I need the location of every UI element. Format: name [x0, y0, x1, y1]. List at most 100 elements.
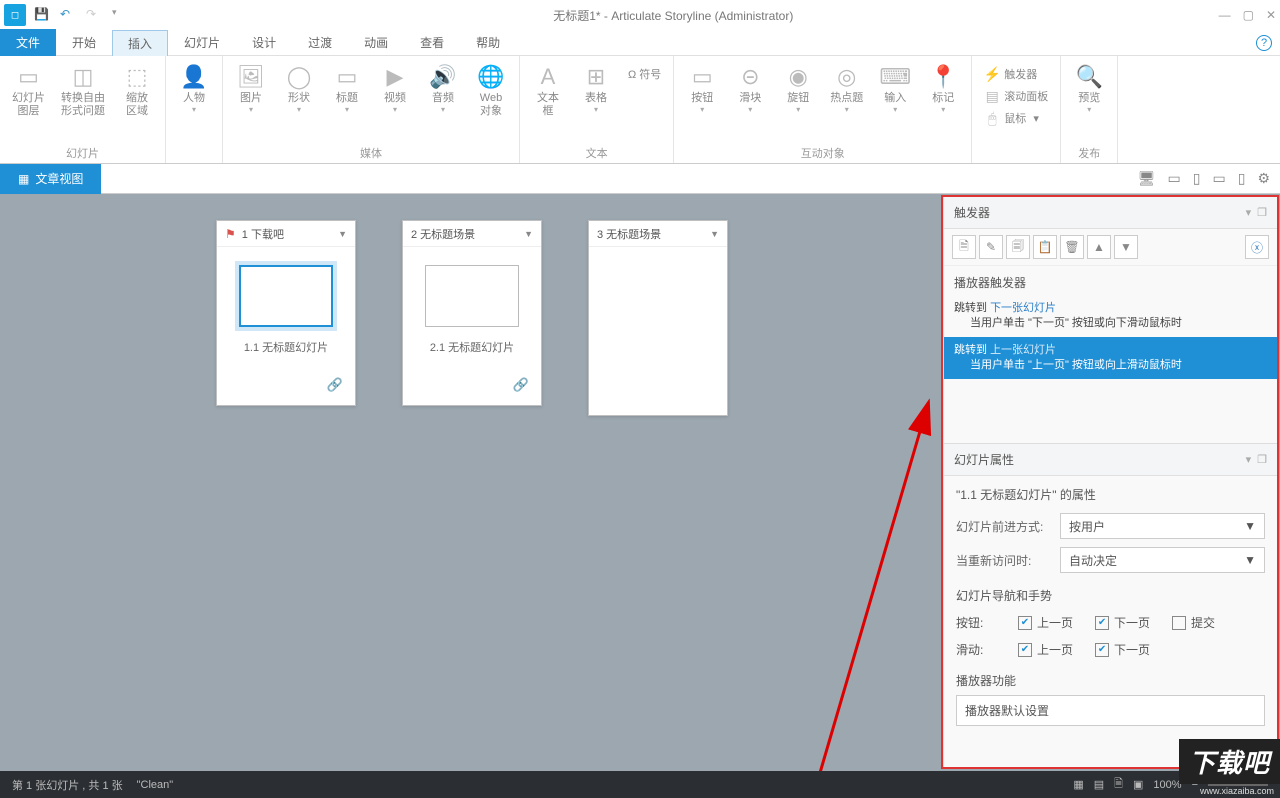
prev-checkbox[interactable]: ✔上一页 [1018, 614, 1073, 631]
notes-icon[interactable]: 🗎 [1114, 775, 1123, 794]
zoom-region-button[interactable]: ⬚缩放区域 [115, 60, 159, 120]
panel-title: 触发器 [954, 204, 990, 221]
trigger-button[interactable]: ⚡触发器 [980, 64, 1052, 84]
chevron-down-icon[interactable]: ▾ [1246, 453, 1252, 466]
tab-view[interactable]: 查看 [404, 29, 460, 56]
redo-icon[interactable]: ↷ [86, 7, 102, 23]
slide-layer-button[interactable]: ▭幻灯片图层 [6, 60, 51, 120]
scene-title: 1 下载吧 [242, 226, 284, 242]
scene-menu-icon[interactable]: ▼ [338, 229, 347, 239]
swipe-label: 滑动: [956, 641, 996, 658]
qat-dropdown-icon[interactable]: ▾ [112, 7, 128, 23]
tab-animation[interactable]: 动画 [348, 29, 404, 56]
phone-landscape-icon[interactable]: ▭ [1210, 168, 1227, 189]
triggers-toolbar: 🗎 ✎ 🗐 📋 🗑 ▲ ▼ ⓧ [944, 229, 1277, 266]
link-icon: 🔗 [513, 377, 529, 393]
tab-insert[interactable]: 插入 [112, 30, 168, 56]
swipe-next-checkbox[interactable]: ✔下一页 [1095, 641, 1150, 658]
workspace: ⚑1 下载吧▼ 1.1 无标题幻灯片 🔗 2 无标题场景▼ 2.1 无标题幻灯片… [0, 194, 1280, 771]
hotspot-button[interactable]: ◎热点题▾ [824, 60, 869, 116]
input-button[interactable]: ⌨输入▾ [873, 60, 917, 116]
story-view-icon[interactable]: ▦ [1073, 778, 1083, 791]
shape-button[interactable]: ◯形状▾ [277, 60, 321, 116]
dial-button[interactable]: ◉旋钮▾ [776, 60, 820, 116]
new-trigger-icon[interactable]: 🗎 [952, 235, 976, 259]
mouse-button[interactable]: 🖱鼠标 ▾ [980, 108, 1052, 128]
undo-icon[interactable]: ↶ [60, 7, 76, 23]
chevron-down-icon[interactable]: ▾ [1246, 206, 1252, 219]
tab-home[interactable]: 开始 [56, 29, 112, 56]
swipe-prev-checkbox[interactable]: ✔上一页 [1018, 641, 1073, 658]
gear-icon[interactable]: ⚙ [1255, 168, 1272, 189]
player-features-label: 播放器功能 [956, 672, 1265, 689]
ribbon-group-slides: ▭幻灯片图层 ◫转换自由形式问题 ⬚缩放区域 幻灯片 [0, 56, 166, 163]
character-button[interactable]: 👤人物▾ [172, 60, 216, 116]
tab-slides[interactable]: 幻灯片 [168, 29, 236, 56]
delete-trigger-icon[interactable]: 🗑 [1060, 235, 1084, 259]
maximize-icon[interactable]: ▢ [1243, 8, 1254, 22]
story-canvas[interactable]: ⚑1 下载吧▼ 1.1 无标题幻灯片 🔗 2 无标题场景▼ 2.1 无标题幻灯片… [0, 194, 941, 771]
scroll-panel-button[interactable]: ▤滚动面板 [980, 86, 1052, 106]
scene-card-2[interactable]: 2 无标题场景▼ 2.1 无标题幻灯片 🔗 [402, 220, 542, 406]
phone-portrait-icon[interactable]: ▯ [1236, 168, 1248, 189]
convert-freeform-button[interactable]: ◫转换自由形式问题 [55, 60, 111, 120]
move-up-icon[interactable]: ▲ [1087, 235, 1111, 259]
undock-icon[interactable]: ❐ [1257, 453, 1267, 466]
symbol-button[interactable]: Ω 符号 [624, 64, 665, 84]
desktop-icon[interactable]: 🖥 [1136, 168, 1158, 189]
slide-thumb-2-1[interactable] [425, 265, 519, 327]
copy-trigger-icon[interactable]: 🗐 [1006, 235, 1030, 259]
revisit-select[interactable]: 自动决定▼ [1060, 547, 1265, 573]
save-icon[interactable]: 💾 [34, 7, 50, 23]
advance-select[interactable]: 按用户▼ [1060, 513, 1265, 539]
tablet-landscape-icon[interactable]: ▭ [1166, 168, 1183, 189]
tab-file[interactable]: 文件 [0, 29, 56, 56]
tab-design[interactable]: 设计 [236, 29, 292, 56]
button-button[interactable]: ▭按钮▾ [680, 60, 724, 116]
picture-button[interactable]: 🖼图片▾ [229, 60, 273, 116]
trigger-item-next[interactable]: 跳转到 下一张幻灯片 当用户单击 "下一页" 按钮或向下滑动鼠标时 [944, 295, 1277, 337]
slider-button[interactable]: ⊝滑块▾ [728, 60, 772, 116]
group-label-publish: 发布 [1067, 143, 1111, 163]
preview-button[interactable]: 🔍预览▾ [1067, 60, 1111, 116]
scene-menu-icon[interactable]: ▼ [524, 229, 533, 239]
submit-checkbox[interactable]: 提交 [1172, 614, 1215, 631]
marker-button[interactable]: 📍标记▾ [921, 60, 965, 116]
minimize-icon[interactable]: — [1219, 8, 1231, 22]
slide-thumb-1-1[interactable] [239, 265, 333, 327]
scene-card-1[interactable]: ⚑1 下载吧▼ 1.1 无标题幻灯片 🔗 [216, 220, 356, 406]
next-checkbox[interactable]: ✔下一页 [1095, 614, 1150, 631]
responsive-view-icons: 🖥 ▭ ▯ ▭ ▯ ⚙ [1136, 168, 1272, 189]
quick-access-toolbar: 💾 ↶ ↷ ▾ [34, 7, 128, 23]
watermark-url: www.xiazaiba.com [1200, 786, 1274, 796]
tab-transition[interactable]: 过渡 [292, 29, 348, 56]
slide-view-icon[interactable]: ▤ [1094, 778, 1104, 791]
group-label-text: 文本 [526, 143, 667, 163]
tab-help[interactable]: 帮助 [460, 29, 516, 56]
edit-trigger-icon[interactable]: ✎ [979, 235, 1003, 259]
close-icon[interactable]: ✕ [1266, 8, 1276, 22]
move-down-icon[interactable]: ▼ [1114, 235, 1138, 259]
slide-label: 2.1 无标题幻灯片 [430, 339, 514, 355]
caption-button[interactable]: ▭标题▾ [325, 60, 369, 116]
tablet-portrait-icon[interactable]: ▯ [1191, 168, 1203, 189]
paste-trigger-icon[interactable]: 📋 [1033, 235, 1057, 259]
undock-icon[interactable]: ❐ [1257, 206, 1267, 219]
group-label-media: 媒体 [229, 143, 513, 163]
text-box-button[interactable]: A文本框 [526, 60, 570, 120]
fit-icon[interactable]: ▣ [1133, 778, 1143, 791]
help-icon[interactable]: ? [1256, 35, 1272, 51]
variables-icon[interactable]: ⓧ [1245, 235, 1269, 259]
scene-card-3[interactable]: 3 无标题场景▼ [588, 220, 728, 416]
story-view-tab[interactable]: ▦文章视图 [0, 164, 101, 194]
props-item-title: "1.1 无标题幻灯片" 的属性 [956, 486, 1265, 503]
table-button[interactable]: ⊞表格▾ [574, 60, 618, 116]
trigger-item-prev[interactable]: 跳转到 上一张幻灯片 当用户单击 "上一页" 按钮或向上滑动鼠标时 [944, 337, 1277, 379]
scene-menu-icon[interactable]: ▼ [710, 229, 719, 239]
ribbon-group-text: A文本框 ⊞表格▾ Ω 符号 文本 [520, 56, 674, 163]
audio-button[interactable]: 🔊音频▾ [421, 60, 465, 116]
web-object-button[interactable]: 🌐Web对象 [469, 60, 513, 120]
player-defaults-button[interactable]: 播放器默认设置 [956, 695, 1265, 726]
video-button[interactable]: ▶视频▾ [373, 60, 417, 116]
title-bar: ◻ 💾 ↶ ↷ ▾ 无标题1* - Articulate Storyline (… [0, 0, 1280, 30]
